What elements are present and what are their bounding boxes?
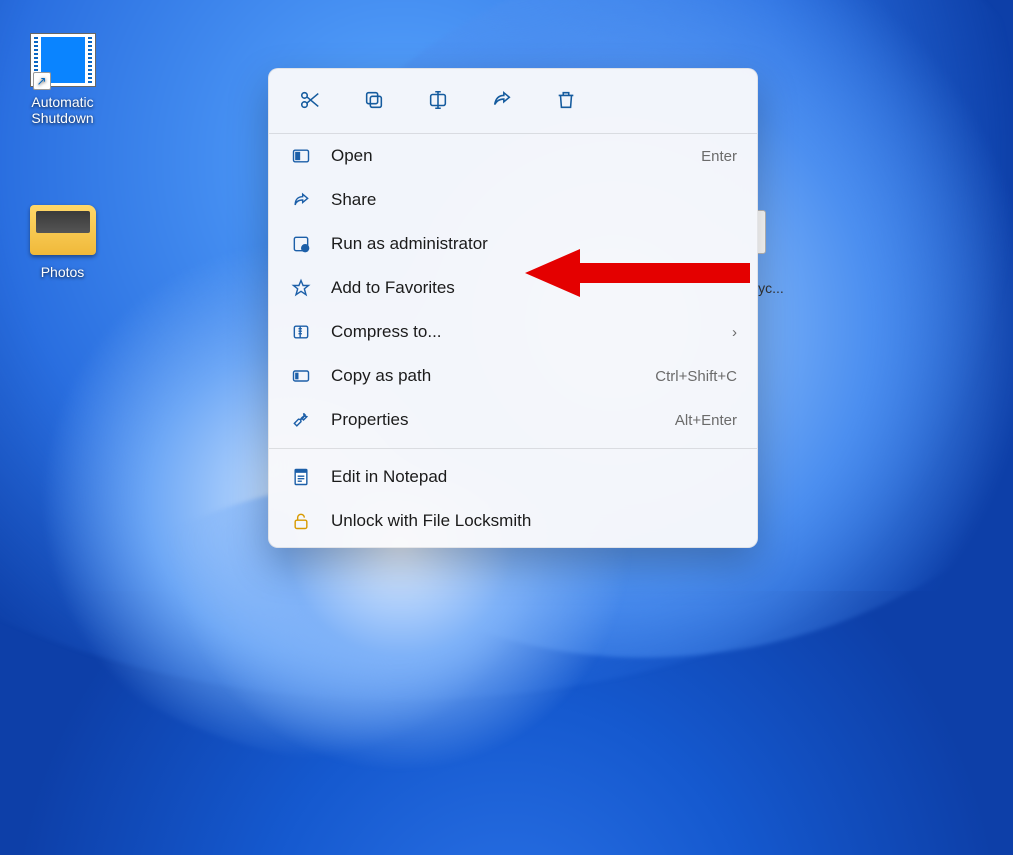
copy-icon [363, 89, 385, 116]
menu-item-label: Run as administrator [331, 234, 737, 254]
menu-item-accelerator: Alt+Enter [675, 412, 737, 429]
menu-item-properties[interactable]: Properties Alt+Enter [269, 398, 757, 442]
menu-item-compress-to[interactable]: Compress to... › [269, 310, 757, 354]
desktop-icon-recycle-partial[interactable]: yc... [756, 210, 786, 290]
text-file-icon: ↗ [28, 30, 98, 90]
archive-icon [289, 320, 313, 344]
divider [269, 448, 757, 449]
desktop-icon-photos[interactable]: Photos [15, 200, 110, 280]
menu-item-label: Properties [331, 410, 675, 430]
menu-item-label: Copy as path [331, 366, 655, 386]
star-icon [289, 276, 313, 300]
cut-button[interactable] [293, 85, 327, 119]
share-icon [289, 188, 313, 212]
wrench-icon [289, 408, 313, 432]
menu-item-accelerator: Enter [701, 148, 737, 165]
notepad-icon [289, 465, 313, 489]
desktop-icon-label: yc... [756, 280, 786, 296]
context-menu: Open Enter Share Run as administrator Ad… [268, 68, 758, 548]
delete-button[interactable] [549, 85, 583, 119]
menu-item-open[interactable]: Open Enter [269, 134, 757, 178]
menu-item-label: Share [331, 190, 737, 210]
share-button[interactable] [485, 85, 519, 119]
rename-button[interactable] [421, 85, 455, 119]
share-arrow-icon [491, 89, 513, 116]
menu-item-label: Unlock with File Locksmith [331, 511, 737, 531]
shortcut-arrow-badge: ↗ [33, 72, 51, 90]
menu-item-label: Edit in Notepad [331, 467, 737, 487]
desktop-icon-label: Photos [15, 264, 110, 280]
menu-item-copy-as-path[interactable]: Copy as path Ctrl+Shift+C [269, 354, 757, 398]
menu-item-accelerator: Ctrl+Shift+C [655, 368, 737, 385]
copy-button[interactable] [357, 85, 391, 119]
menu-item-add-to-favorites[interactable]: Add to Favorites [269, 266, 757, 310]
open-icon [289, 144, 313, 168]
unlock-icon [289, 509, 313, 533]
desktop-icon-label: Automatic Shutdown [15, 94, 110, 126]
menu-item-label: Add to Favorites [331, 278, 737, 298]
folder-icon [28, 200, 98, 260]
trash-icon [555, 89, 577, 116]
context-menu-top-actions [269, 69, 757, 133]
menu-item-run-as-administrator[interactable]: Run as administrator [269, 222, 757, 266]
menu-item-unlock-file-locksmith[interactable]: Unlock with File Locksmith [269, 499, 757, 543]
desktop-icon-automatic-shutdown[interactable]: ↗ Automatic Shutdown [15, 30, 110, 126]
menu-item-edit-in-notepad[interactable]: Edit in Notepad [269, 455, 757, 499]
menu-item-label: Compress to... [331, 322, 724, 342]
scissors-icon [299, 89, 321, 116]
rename-icon [427, 89, 449, 116]
chevron-right-icon: › [732, 324, 737, 341]
shield-admin-icon [289, 232, 313, 256]
menu-item-label: Open [331, 146, 701, 166]
menu-item-share[interactable]: Share [269, 178, 757, 222]
path-icon [289, 364, 313, 388]
